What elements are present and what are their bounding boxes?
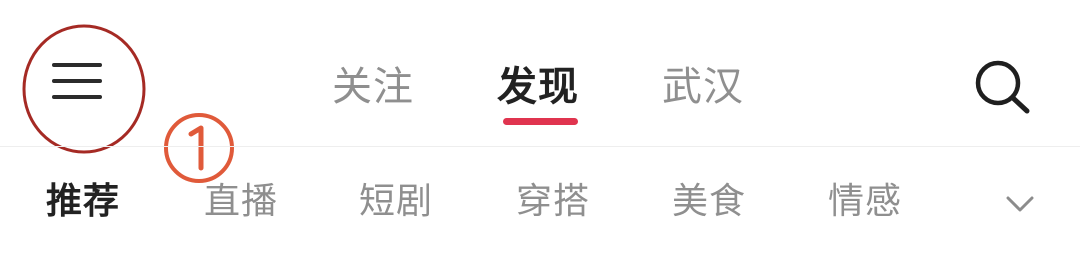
category-short-drama[interactable]: 短剧 (359, 177, 433, 227)
top-navigation-bar: 关注 发现 武汉 (0, 0, 1080, 183)
category-emotion[interactable]: 情感 (828, 177, 902, 227)
search-button[interactable] (972, 58, 1034, 116)
tab-discover[interactable]: 发现 (497, 60, 579, 114)
search-icon (975, 60, 1030, 114)
chevron-down-icon (1006, 196, 1034, 212)
tab-follow[interactable]: 关注 (332, 60, 414, 114)
active-tab-indicator (503, 118, 578, 125)
expand-categories-button[interactable] (1000, 189, 1040, 219)
top-tabs: 关注 发现 武汉 (0, 0, 1080, 146)
tab-local-city[interactable]: 武汉 (662, 60, 744, 114)
category-recommend[interactable]: 推荐 (46, 177, 120, 227)
category-live[interactable]: 直播 (204, 177, 278, 227)
app-screen: 关注 发现 武汉 推荐 直播 短剧 穿搭 美食 情感 (0, 0, 1080, 256)
category-outfit[interactable]: 穿搭 (516, 177, 590, 227)
category-food[interactable]: 美食 (672, 177, 746, 227)
category-bar: 推荐 直播 短剧 穿搭 美食 情感 (0, 147, 1080, 256)
